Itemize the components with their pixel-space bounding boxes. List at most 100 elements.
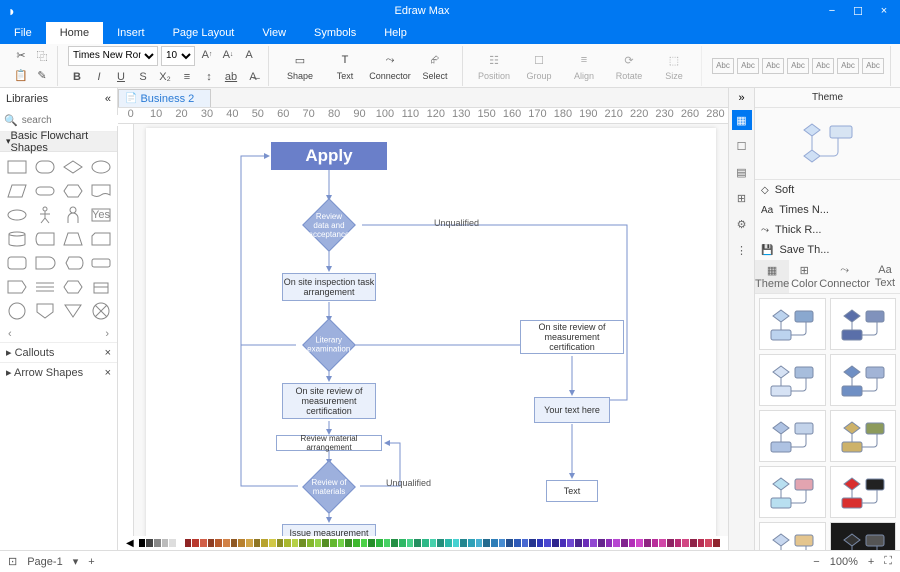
close-icon[interactable]: × xyxy=(872,2,896,20)
node-review-decision[interactable]: Review data and acceptance xyxy=(302,198,356,252)
subtab-connector[interactable]: ⤳Connector xyxy=(819,260,870,293)
format-painter-icon[interactable]: ✎ xyxy=(33,67,51,85)
shape-lines[interactable] xyxy=(34,278,56,296)
shape-cyl[interactable] xyxy=(6,230,28,248)
color-swatch[interactable] xyxy=(261,539,268,547)
color-swatch[interactable] xyxy=(560,539,567,547)
color-swatch[interactable] xyxy=(445,539,452,547)
color-swatch[interactable] xyxy=(208,539,215,547)
text-button[interactable]: TText xyxy=(324,48,366,83)
shape-ellipse[interactable] xyxy=(90,158,112,176)
shape-card[interactable] xyxy=(90,230,112,248)
paste-icon[interactable]: 📋 xyxy=(12,67,30,85)
tab-gear-icon[interactable]: ⚙ xyxy=(732,214,752,234)
cut-icon[interactable]: ✂ xyxy=(12,47,30,65)
fontsize-select[interactable]: 10 xyxy=(161,46,195,66)
color-swatch[interactable] xyxy=(361,539,368,547)
color-swatch[interactable] xyxy=(652,539,659,547)
color-swatch[interactable] xyxy=(154,539,161,547)
color-swatch[interactable] xyxy=(246,539,253,547)
color-swatch[interactable] xyxy=(307,539,314,547)
shape-round[interactable] xyxy=(34,158,56,176)
shape-body[interactable] xyxy=(62,206,84,224)
menu-page-layout[interactable]: Page Layout xyxy=(159,22,249,44)
shape-trap[interactable] xyxy=(62,230,84,248)
color-swatch[interactable] xyxy=(269,539,276,547)
color-swatch[interactable] xyxy=(292,539,299,547)
color-swatch[interactable] xyxy=(407,539,414,547)
shape-delay[interactable] xyxy=(34,254,56,272)
italic-icon[interactable]: I xyxy=(90,68,108,86)
color-swatch[interactable] xyxy=(299,539,306,547)
shape-para[interactable] xyxy=(6,182,28,200)
select-button[interactable]: ⮳Select xyxy=(414,48,456,83)
page-indicator-icon[interactable]: ⊡ xyxy=(8,555,17,568)
shape-doc[interactable] xyxy=(90,182,112,200)
fontdec-icon[interactable]: A↓ xyxy=(219,46,237,64)
color-swatch[interactable] xyxy=(529,539,536,547)
node-issue-cert[interactable]: Issue measurement certificate xyxy=(282,524,376,536)
color-swatch[interactable] xyxy=(468,539,475,547)
color-swatch[interactable] xyxy=(368,539,375,547)
collapse-icon[interactable]: « xyxy=(105,93,111,105)
color-swatch[interactable] xyxy=(345,539,352,547)
color-swatch[interactable] xyxy=(506,539,513,547)
theme-thumb[interactable] xyxy=(830,354,897,406)
color-swatch[interactable] xyxy=(682,539,689,547)
color-swatch[interactable] xyxy=(598,539,605,547)
color-swatch[interactable] xyxy=(590,539,597,547)
theme-thumb[interactable] xyxy=(830,522,897,550)
color-swatch[interactable] xyxy=(453,539,460,547)
color-swatch[interactable] xyxy=(675,539,682,547)
color-swatch[interactable] xyxy=(483,539,490,547)
sub-icon[interactable]: X₂ xyxy=(156,68,174,86)
color-swatch[interactable] xyxy=(399,539,406,547)
shape-hex[interactable] xyxy=(62,182,84,200)
node-onsite-task[interactable]: On site inspection task arrangement xyxy=(282,273,376,301)
shape-oval[interactable] xyxy=(6,206,28,224)
minimize-icon[interactable]: − xyxy=(820,2,844,20)
color-swatch[interactable] xyxy=(177,539,184,547)
color-swatch[interactable] xyxy=(575,539,582,547)
theme-thumb[interactable] xyxy=(759,298,826,350)
bullet-icon[interactable]: ≡ xyxy=(178,68,196,86)
color-bar[interactable]: ◀ xyxy=(118,536,728,550)
page-dropdown-icon[interactable]: ▾ xyxy=(73,555,79,568)
cat-arrow[interactable]: ▸ Arrow Shapes× xyxy=(0,362,117,382)
theme-thumb[interactable] xyxy=(759,522,826,550)
menu-insert[interactable]: Insert xyxy=(103,22,159,44)
page-name[interactable]: Page-1 xyxy=(27,556,62,568)
shape-term[interactable] xyxy=(34,182,56,200)
tab-theme-icon[interactable]: ▦ xyxy=(732,110,752,130)
color-swatch[interactable] xyxy=(636,539,643,547)
color-swatch[interactable] xyxy=(476,539,483,547)
color-swatch[interactable] xyxy=(698,539,705,547)
shape-or[interactable] xyxy=(90,302,112,320)
opt-soft[interactable]: ◇ Soft xyxy=(755,180,900,200)
color-swatch[interactable] xyxy=(146,539,153,547)
subtab-theme[interactable]: ▦Theme xyxy=(755,260,789,293)
fit-icon[interactable]: ⛶ xyxy=(884,555,892,568)
color-swatch[interactable] xyxy=(185,539,192,547)
indent-icon[interactable]: A̶ xyxy=(244,68,262,86)
bold-icon[interactable]: B xyxy=(68,68,86,86)
color-swatch[interactable] xyxy=(583,539,590,547)
shape-pent[interactable] xyxy=(6,278,28,296)
highlight-icon[interactable]: ab xyxy=(222,68,240,86)
style-abc-6[interactable]: Abc xyxy=(837,58,859,74)
color-swatch[interactable] xyxy=(353,539,360,547)
theme-thumb[interactable] xyxy=(759,354,826,406)
canvas[interactable]: Apply Review data and acceptance Unquali… xyxy=(134,124,728,536)
color-swatch[interactable] xyxy=(338,539,345,547)
copy-icon[interactable]: ⿻ xyxy=(33,47,51,65)
shape-roundr2[interactable] xyxy=(90,254,112,272)
color-swatch[interactable] xyxy=(322,539,329,547)
page-add-icon[interactable]: + xyxy=(88,556,94,568)
cat-callouts[interactable]: ▸ Callouts× xyxy=(0,342,117,362)
zoomout-icon[interactable]: − xyxy=(813,556,819,568)
color-swatch[interactable] xyxy=(192,539,199,547)
shape-next-icon[interactable]: › xyxy=(105,328,109,340)
node-text[interactable]: Text xyxy=(546,480,598,502)
color-swatch[interactable] xyxy=(254,539,261,547)
strike-icon[interactable]: S xyxy=(134,68,152,86)
